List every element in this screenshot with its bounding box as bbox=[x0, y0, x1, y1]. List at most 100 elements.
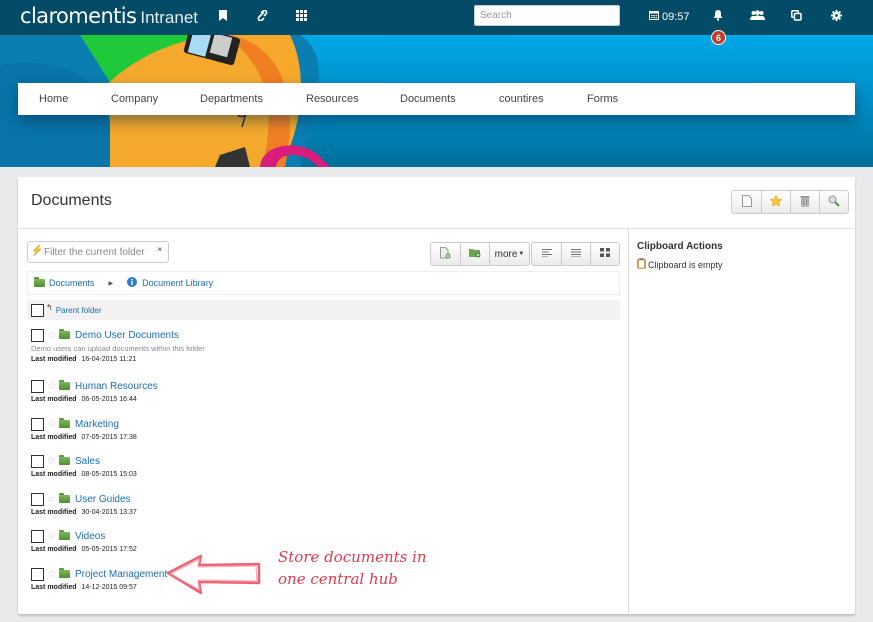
star-icon[interactable]: ☆ bbox=[47, 381, 56, 392]
item-checkbox[interactable] bbox=[31, 567, 44, 581]
last-modified: Last modified 08-05-2015 15:03 bbox=[31, 471, 137, 478]
nav-documents[interactable]: Documents bbox=[400, 93, 456, 105]
clipboard-title: Clipboard Actions bbox=[637, 241, 723, 252]
star-icon[interactable]: ☆ bbox=[47, 569, 56, 580]
star-icon[interactable]: ☆ bbox=[47, 494, 56, 505]
last-modified-label: Last modified bbox=[31, 471, 77, 478]
view-toggle bbox=[531, 242, 620, 266]
nav-forms[interactable]: Forms bbox=[587, 93, 618, 105]
list-item: ☆ Human Resources Last modified 06-05-2015… bbox=[31, 379, 158, 403]
align-left-icon bbox=[541, 248, 552, 260]
view-list-button[interactable] bbox=[532, 243, 561, 265]
notification-badge[interactable]: 6 bbox=[711, 30, 726, 45]
search-documents-button[interactable] bbox=[819, 191, 848, 213]
more-button[interactable]: more ▼ bbox=[489, 243, 529, 265]
folder-icon bbox=[58, 418, 70, 428]
nav-departments[interactable]: Departments bbox=[200, 93, 263, 105]
bookmark-icon[interactable] bbox=[216, 8, 230, 22]
folder-link[interactable]: Demo User Documents bbox=[75, 330, 179, 341]
item-checkbox[interactable] bbox=[31, 417, 44, 431]
breadcrumb-document-library[interactable]: Document Library bbox=[142, 278, 213, 288]
item-checkbox[interactable] bbox=[31, 328, 44, 342]
copy-icon[interactable] bbox=[789, 8, 803, 22]
nav-resources[interactable]: Resources bbox=[306, 93, 359, 105]
brand-sub: Intranet bbox=[140, 8, 199, 27]
star-icon[interactable]: ☆ bbox=[47, 456, 56, 467]
page-title: Documents bbox=[31, 192, 112, 209]
star-icon[interactable]: ☆ bbox=[47, 419, 56, 430]
folder-icon bbox=[58, 530, 70, 540]
caret-right-icon: ▶ bbox=[108, 280, 114, 287]
document-icon bbox=[741, 194, 752, 210]
nav-countires[interactable]: countires bbox=[499, 93, 544, 105]
brand-logo[interactable]: claromentis Intranet bbox=[20, 4, 198, 30]
folder-link[interactable]: Human Resources bbox=[75, 381, 158, 392]
clipboard-actions: Clipboard Actions Clipboard is empty bbox=[637, 241, 723, 271]
breadcrumb-documents[interactable]: Documents bbox=[49, 278, 95, 288]
clock[interactable]: 09:57 bbox=[649, 10, 690, 23]
item-checkbox[interactable] bbox=[31, 379, 44, 393]
apps-grid-icon[interactable] bbox=[294, 8, 308, 22]
header-divider bbox=[18, 228, 855, 229]
last-modified: Last modified 14-12-2015 09:57 bbox=[31, 584, 167, 591]
annotation-text: Store documents in one central hub bbox=[278, 546, 427, 590]
new-document-button[interactable] bbox=[732, 191, 761, 213]
item-checkbox[interactable] bbox=[31, 454, 44, 468]
recycle-bin-button[interactable] bbox=[790, 191, 819, 213]
item-checkbox[interactable] bbox=[31, 492, 44, 506]
last-modified-label: Last modified bbox=[31, 356, 77, 363]
last-modified-value: 30-04-2015 13:37 bbox=[81, 509, 137, 516]
magnifier-icon bbox=[828, 195, 840, 210]
add-folder-button[interactable] bbox=[460, 243, 489, 265]
parent-folder-row: ↰ Parent folder bbox=[27, 300, 620, 320]
people-icon[interactable] bbox=[749, 8, 765, 22]
list-item: ☆ Videos Last modified 05-05-2015 17:52 bbox=[31, 529, 137, 553]
folder-link[interactable]: Marketing bbox=[75, 419, 119, 430]
add-file-icon bbox=[440, 246, 451, 262]
level-up-icon: ↰ bbox=[46, 303, 53, 312]
filter-input[interactable] bbox=[44, 246, 154, 258]
gear-icon[interactable] bbox=[829, 8, 843, 22]
grid-icon bbox=[600, 248, 610, 260]
favourites-button[interactable] bbox=[761, 191, 790, 213]
more-label: more bbox=[494, 248, 518, 260]
file-actions: more ▼ bbox=[430, 242, 530, 266]
folder-icon bbox=[58, 380, 70, 390]
caret-down-icon: ▼ bbox=[518, 251, 525, 257]
folder-icon bbox=[58, 568, 70, 578]
last-modified-value: 08-05-2015 15:03 bbox=[81, 471, 137, 478]
search-input[interactable] bbox=[474, 5, 620, 26]
clipboard-status: Clipboard is empty bbox=[637, 258, 723, 271]
lightning-icon bbox=[32, 244, 42, 259]
bell-icon[interactable] bbox=[711, 8, 725, 22]
last-modified-value: 16-04-2015 11:21 bbox=[81, 356, 137, 363]
folder-link[interactable]: Videos bbox=[75, 531, 105, 542]
view-details-button[interactable] bbox=[561, 243, 590, 265]
add-folder-icon bbox=[469, 247, 481, 261]
folder-icon bbox=[58, 455, 70, 465]
folder-link[interactable]: Project Management bbox=[75, 569, 167, 580]
folder-link[interactable]: Sales bbox=[75, 456, 100, 467]
star-icon[interactable]: ☆ bbox=[47, 531, 56, 542]
list-item: ☆ Sales Last modified 08-05-2015 15:03 bbox=[31, 454, 137, 478]
breadcrumb: Documents ▶ Document Library bbox=[27, 271, 620, 295]
clock-time: 09:57 bbox=[662, 10, 690, 23]
calendar-icon bbox=[649, 10, 659, 23]
view-grid-button[interactable] bbox=[590, 243, 619, 265]
star-icon[interactable]: ☆ bbox=[47, 330, 56, 341]
folder-icon bbox=[58, 493, 70, 503]
star-icon bbox=[769, 194, 783, 210]
link-icon[interactable] bbox=[255, 8, 269, 22]
clipboard-status-text: Clipboard is empty bbox=[648, 259, 723, 270]
item-checkbox[interactable] bbox=[31, 529, 44, 543]
parent-folder-checkbox[interactable] bbox=[31, 303, 44, 317]
clear-filter-button[interactable]: × bbox=[157, 245, 162, 254]
folder-link[interactable]: User Guides bbox=[75, 494, 131, 505]
trash-icon bbox=[800, 195, 810, 210]
nav-home[interactable]: Home bbox=[39, 93, 68, 105]
parent-folder-link[interactable]: Parent folder bbox=[56, 306, 102, 315]
last-modified-value: 07-05-2015 17:38 bbox=[81, 434, 137, 441]
nav-company[interactable]: Company bbox=[111, 93, 158, 105]
add-file-button[interactable] bbox=[431, 243, 460, 265]
list-item: ☆ Marketing Last modified 07-05-2015 17:38 bbox=[31, 417, 137, 441]
